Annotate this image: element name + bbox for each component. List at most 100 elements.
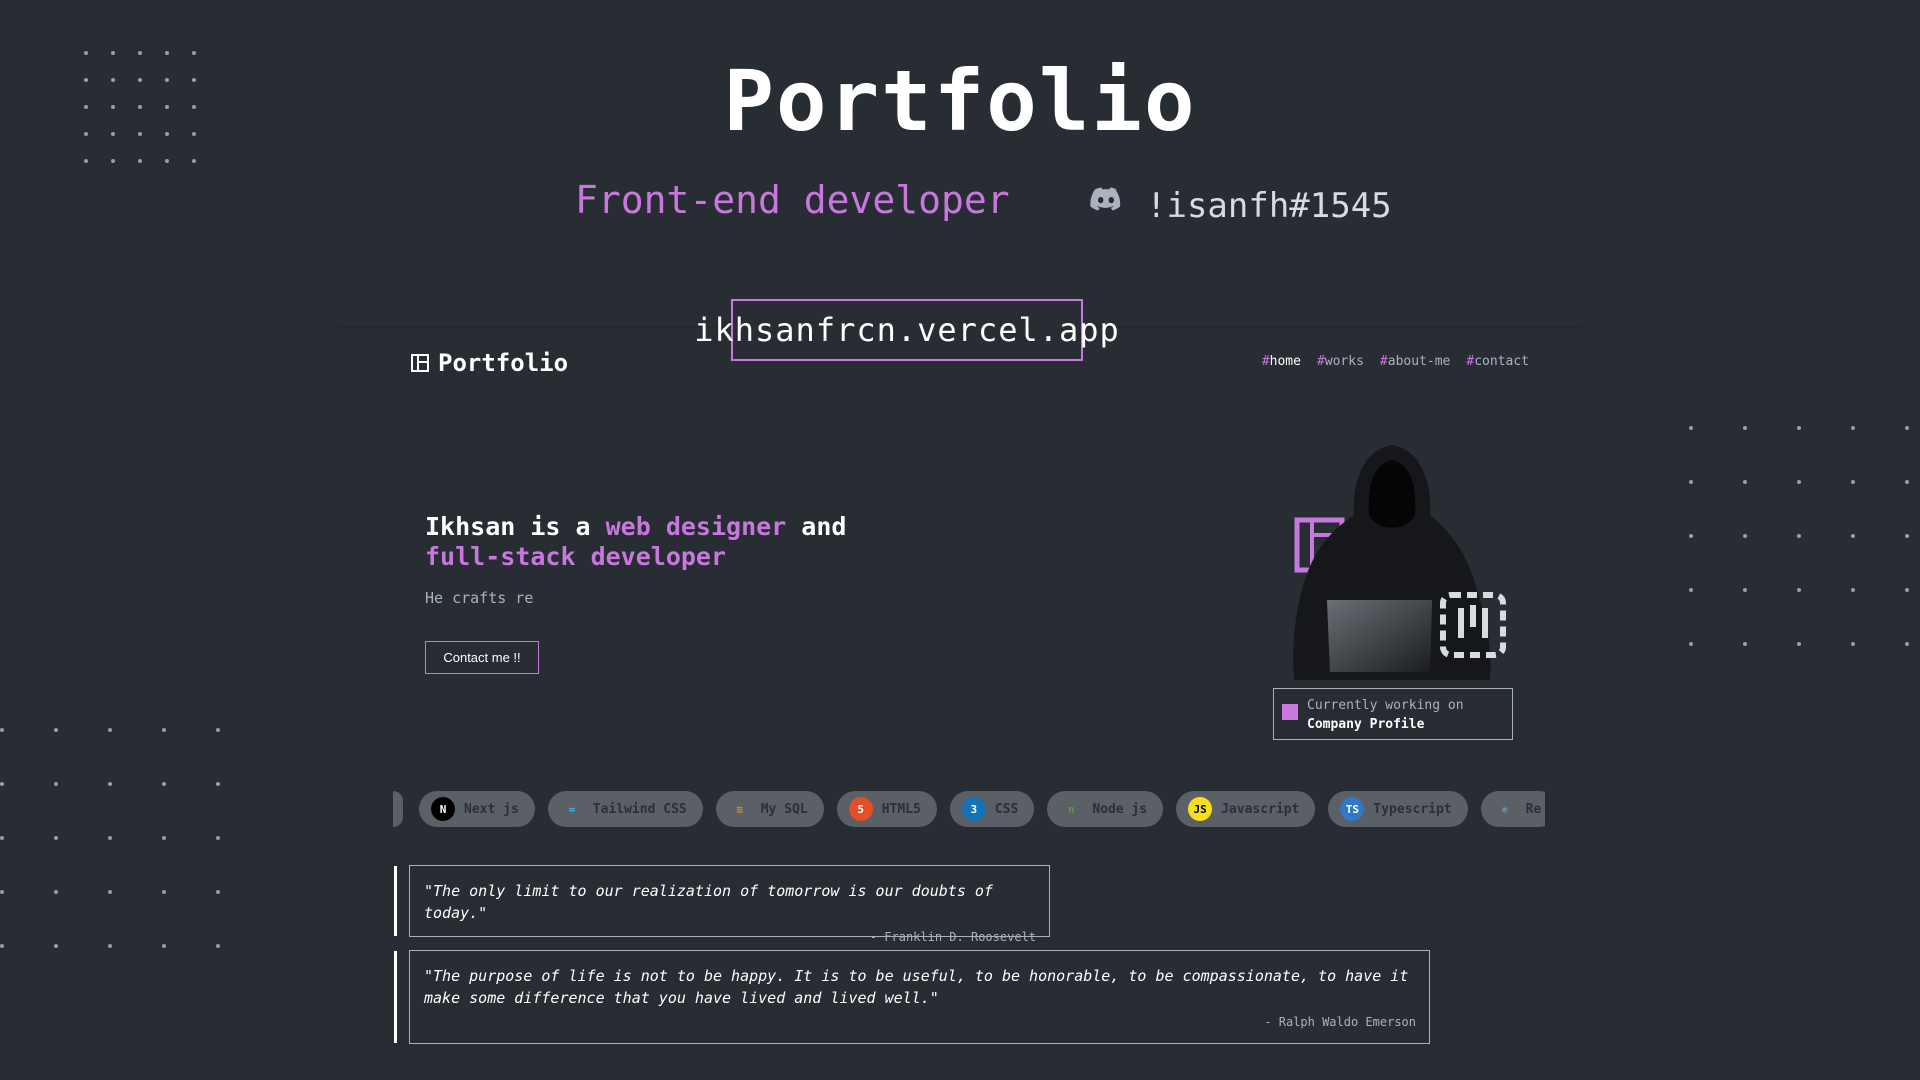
dot (54, 728, 58, 732)
dot (1743, 588, 1747, 592)
dot (0, 782, 4, 786)
dot (111, 159, 115, 163)
react-icon: ⚛ (1501, 802, 1508, 816)
dot (1851, 480, 1855, 484)
status-label: Currently working on (1307, 698, 1464, 713)
dot (54, 944, 58, 948)
dot (1689, 480, 1693, 484)
skill-label: Javascript (1221, 801, 1300, 817)
brand-label: Portfolio (438, 349, 569, 377)
skill-label: Re (1525, 801, 1542, 817)
dot (162, 728, 166, 732)
status-card: Currently working on Company Profile (1273, 688, 1513, 740)
nav-works[interactable]: #works (1317, 354, 1364, 369)
dot (1797, 534, 1801, 538)
dot (1797, 480, 1801, 484)
dot (216, 890, 220, 894)
hero-heading: Ikhsan is a web designer and full-stack … (425, 512, 847, 571)
dot (192, 159, 196, 163)
discord-icon (1090, 187, 1121, 211)
dot (165, 159, 169, 163)
dot (84, 159, 88, 163)
site-brand[interactable]: Portfolio (411, 349, 568, 377)
hero-subtitle: He crafts re (425, 589, 534, 607)
skill-chip: n Node js (1047, 791, 1164, 827)
status-value: Company Profile (1307, 717, 1425, 732)
skill-label: HTML5 (881, 801, 921, 817)
dot (1689, 588, 1693, 592)
dot (1851, 534, 1855, 538)
dot (108, 782, 112, 786)
skill-chip: JS Javascript (1176, 791, 1316, 827)
dot (216, 782, 220, 786)
hacker-illustration (1293, 445, 1506, 680)
dot (162, 890, 166, 894)
dot (1851, 588, 1855, 592)
discord-handle: !isanfh#1545 (1090, 172, 1392, 226)
dot (216, 728, 220, 732)
status-square-icon (1282, 704, 1298, 720)
javascript-icon: JS (1188, 797, 1213, 821)
dot (1797, 642, 1801, 646)
quote-card: "The purpose of life is not to be happy.… (394, 950, 1430, 1044)
dot (1851, 426, 1855, 430)
dot (108, 890, 112, 894)
dot (216, 836, 220, 840)
nextjs-icon: N (431, 797, 455, 821)
skill-chip: 5 HTML5 (836, 791, 937, 827)
quote-author: - Franklin D. Roosevelt (869, 930, 1036, 944)
skill-label: Node js (1092, 801, 1148, 817)
skill-chip: ≈ Tailwind CSS (547, 791, 703, 827)
skill-label: Typescript (1373, 801, 1452, 817)
dot (108, 728, 112, 732)
skill-chip: ≋ My SQL (715, 791, 824, 827)
mysql-icon: ≋ (736, 802, 744, 816)
dot (1905, 426, 1909, 430)
skill-label: My SQL (760, 801, 808, 817)
dot (1905, 480, 1909, 484)
html5-icon: 5 (848, 797, 873, 821)
dot-grid-right (1689, 426, 1909, 646)
dot (1743, 534, 1747, 538)
skill-label: Next js (464, 801, 519, 817)
skill-chip-partial (393, 791, 403, 827)
dot (1743, 426, 1747, 430)
nodejs-icon: n (1068, 802, 1075, 816)
skill-label: Tailwind CSS (592, 801, 687, 817)
dot (0, 944, 4, 948)
contact-button[interactable]: Contact me !! (425, 641, 539, 674)
dot (162, 782, 166, 786)
dot (138, 159, 142, 163)
dot (54, 836, 58, 840)
discord-tag: !isanfh#1545 (1146, 186, 1392, 226)
dot (162, 944, 166, 948)
skill-chip: N Next js (419, 791, 535, 827)
dot (0, 728, 4, 732)
dot (1905, 534, 1909, 538)
nav-about-me[interactable]: #about-me (1380, 354, 1450, 369)
skills-carousel[interactable]: N Next js ≈ Tailwind CSS ≋ My SQL 5 HTML5 3 CSS n N… (393, 791, 1545, 827)
dot (1905, 588, 1909, 592)
dot (1689, 426, 1693, 430)
quote-author: - Ralph Waldo Emerson (1264, 1015, 1416, 1029)
nav-contact[interactable]: #contact (1466, 354, 1529, 369)
layout-icon (411, 354, 429, 372)
dot (1905, 642, 1909, 646)
dot (1851, 642, 1855, 646)
dot (162, 836, 166, 840)
quote-card: "The only limit to our realization of to… (394, 865, 1050, 944)
dot (108, 836, 112, 840)
skill-chip: TS Typescript (1328, 791, 1468, 827)
url-label: ikhsanfrcn.vercel.app (694, 299, 1119, 361)
dot (54, 782, 58, 786)
role-subtitle: Front-end developer (575, 178, 1010, 222)
dot (1689, 534, 1693, 538)
site-nav: #home #works #about-me #contact (1262, 354, 1529, 369)
nav-home[interactable]: #home (1262, 354, 1301, 369)
dot (216, 944, 220, 948)
dot (108, 944, 112, 948)
skill-label: CSS (994, 801, 1019, 817)
dot-grid-left (0, 728, 220, 948)
skill-chip: ⚛ Re (1480, 791, 1545, 827)
dot (1797, 588, 1801, 592)
